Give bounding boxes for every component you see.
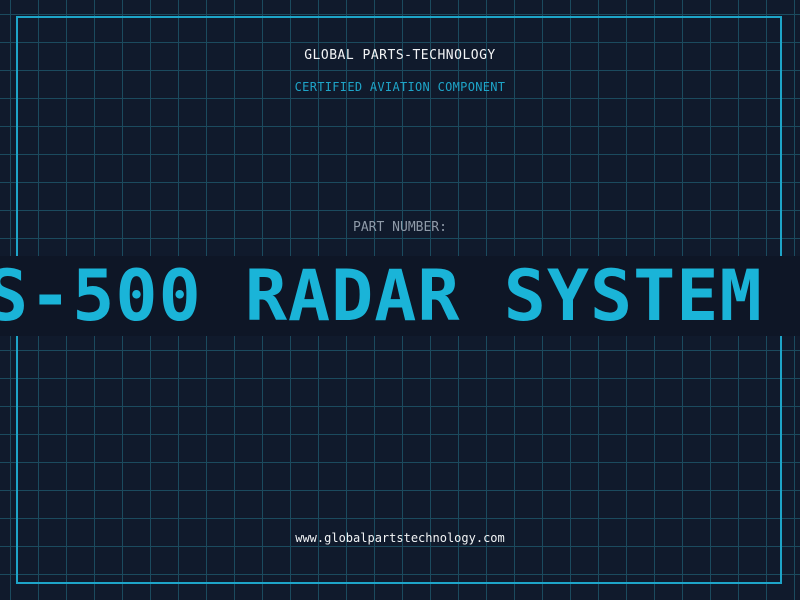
part-number-value: S-500 RADAR SYSTEM (0, 256, 763, 336)
part-number-band: S-500 RADAR SYSTEM (0, 256, 800, 336)
part-number-label: PART NUMBER: (353, 220, 447, 235)
website-link[interactable]: www.globalpartstechnology.com (0, 531, 800, 545)
tagline: CERTIFIED AVIATION COMPONENT (294, 80, 506, 94)
company-name: GLOBAL PARTS-TECHNOLOGY (304, 48, 496, 63)
